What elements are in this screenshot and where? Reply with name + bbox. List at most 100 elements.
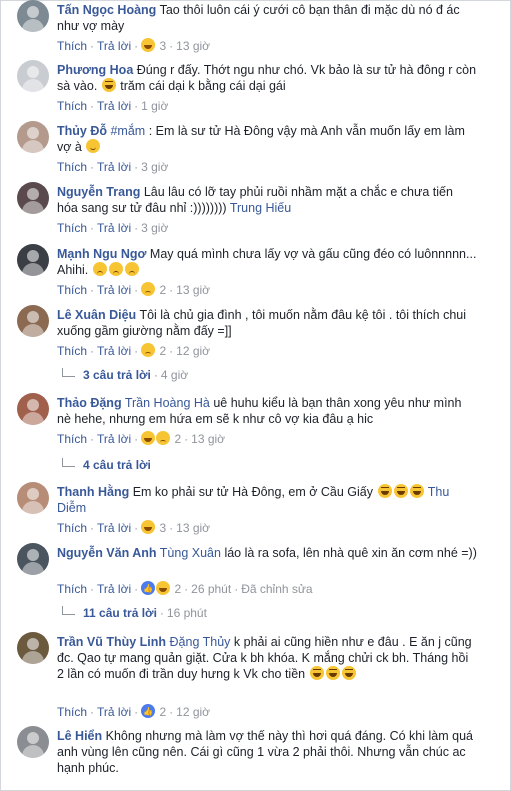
haha-reaction-icon[interactable] — [141, 520, 156, 534]
sad-emoji-icon — [92, 262, 107, 276]
avatar[interactable] — [17, 121, 49, 153]
comment-actions: Thích · Trả lời · 2 · 13 giờ — [57, 282, 211, 297]
comment-actions: Thích · Trả lời · 2 · 13 giờ — [57, 431, 226, 446]
haha-reaction-icon[interactable] — [156, 581, 171, 595]
reply-button[interactable]: Trả lời — [97, 221, 131, 235]
laughing-emoji-icon — [341, 666, 356, 680]
comment-author[interactable]: Nguyễn Văn Anh — [57, 546, 157, 560]
sad-reaction-icon[interactable] — [156, 431, 171, 445]
reply-arrow-icon — [62, 368, 75, 377]
sad-reaction-icon[interactable] — [141, 343, 156, 357]
comment-actions: Thích · Trả lời · 3 giờ — [57, 160, 169, 174]
comment-body: Nguyễn Trang Lâu lâu có lỡ tay phủi ruồi… — [57, 184, 477, 216]
comment-body: Nguyễn Văn Anh Tùng Xuân láo là ra sofa,… — [57, 545, 477, 561]
avatar[interactable] — [17, 0, 49, 32]
comment-body: Mạnh Ngu Ngơ May quá mình chưa lấy vợ và… — [57, 246, 477, 278]
comment-author[interactable]: Nguyễn Trang — [57, 185, 140, 199]
comment-actions: Thích·Trả lời· 2·26 phút·Đã chỉnh sửa — [57, 581, 313, 597]
comment-author[interactable]: Phương Hoa — [57, 63, 133, 77]
like-button[interactable]: Thích — [57, 283, 87, 297]
comment-time[interactable]: 26 phút — [191, 582, 231, 596]
comment-time[interactable]: 12 giờ — [176, 344, 210, 358]
avatar[interactable] — [17, 60, 49, 92]
reply-button[interactable]: Trả lời — [97, 99, 131, 113]
laughing-emoji-icon — [309, 666, 324, 680]
view-replies-link[interactable]: 4 câu trả lời — [62, 457, 151, 473]
comment-actions: Thích·Trả lời· 2·12 giờ — [57, 704, 210, 720]
avatar[interactable] — [17, 543, 49, 575]
comment-time[interactable]: 3 giờ — [141, 160, 168, 174]
like-reaction-icon[interactable] — [141, 581, 156, 597]
comment-body: Trần Vũ Thùy Linh Đặng Thủy k phải ai cũ… — [57, 634, 477, 682]
avatar[interactable] — [17, 482, 49, 514]
comment-time[interactable]: 13 giờ — [191, 432, 225, 446]
comment-time[interactable]: 13 giờ — [176, 521, 210, 535]
comment-author[interactable]: Thủy Đỗ — [57, 124, 107, 138]
comment-author[interactable]: Thanh Hằng — [57, 485, 129, 499]
reply-button[interactable]: Trả lời — [97, 705, 131, 719]
avatar[interactable] — [17, 182, 49, 214]
reply-button[interactable]: Trả lời — [97, 283, 131, 297]
like-button[interactable]: Thích — [57, 521, 87, 535]
avatar[interactable] — [17, 305, 49, 337]
like-button[interactable]: Thích — [57, 221, 87, 235]
sad-reaction-icon[interactable] — [141, 282, 156, 296]
comment-actions: Thích · Trả lời · 3 giờ — [57, 221, 169, 235]
reply-button[interactable]: Trả lời — [97, 521, 131, 535]
view-replies-link[interactable]: 11 câu trả lời · 16 phút — [62, 605, 207, 621]
reply-arrow-icon — [62, 458, 75, 467]
comment-author[interactable]: Lê Hiển — [57, 729, 102, 743]
comment-actions: Thích·Trả lời· 2·12 giờ — [57, 343, 211, 358]
comment-body: Tấn Ngọc Hoàng Tao thôi luôn cái ý cưới … — [57, 2, 477, 34]
comment-time[interactable]: 12 giờ — [176, 705, 210, 719]
comment-body: Thanh Hằng Em ko phải sư tử Hà Đông, em … — [57, 484, 477, 516]
comment-author[interactable]: Trần Vũ Thùy Linh — [57, 635, 166, 649]
laughing-emoji-icon — [393, 484, 408, 498]
comment-actions: Thích · Trả lời · 3 · 13 giờ — [57, 520, 211, 535]
mention-link[interactable]: Tùng Xuân — [160, 546, 221, 560]
view-replies-link[interactable]: 3 câu trả lời · 4 giờ — [62, 367, 188, 383]
hashtag-link[interactable]: #mắm — [110, 124, 145, 138]
like-reaction-icon[interactable] — [141, 704, 156, 720]
like-button[interactable]: Thích — [57, 582, 87, 596]
avatar[interactable] — [17, 632, 49, 664]
reply-arrow-icon — [62, 606, 75, 615]
avatar[interactable] — [17, 726, 49, 758]
like-button[interactable]: Thích — [57, 99, 87, 113]
like-button[interactable]: Thích — [57, 344, 87, 358]
like-button[interactable]: Thích — [57, 160, 87, 174]
avatar[interactable] — [17, 244, 49, 276]
mention-link[interactable]: Đặng Thủy — [170, 635, 231, 649]
like-button[interactable]: Thích — [57, 432, 87, 446]
comment-author[interactable]: Mạnh Ngu Ngơ — [57, 247, 146, 261]
laughing-emoji-icon — [101, 78, 116, 92]
comment-text: Em ko phải sư tử Hà Đông, em ở Cầu Giấy — [132, 485, 374, 499]
reply-button[interactable]: Trả lời — [97, 582, 131, 596]
comment-author[interactable]: Lê Xuân Diệu — [57, 308, 136, 322]
laughing-emoji-icon — [325, 666, 340, 680]
reply-button[interactable]: Trả lời — [97, 160, 131, 174]
mention-link[interactable]: Trần Hoàng Hà — [125, 396, 210, 410]
comment-body: Thủy Đỗ #mắm : Em là sư tử Hà Đông vậy m… — [57, 123, 477, 155]
edited-label[interactable]: Đã chỉnh sửa — [241, 582, 312, 596]
avatar[interactable] — [17, 393, 49, 425]
comment-author[interactable]: Thảo Đặng — [57, 396, 122, 410]
reply-button[interactable]: Trả lời — [97, 432, 131, 446]
comment-time[interactable]: 13 giờ — [176, 283, 210, 297]
like-button[interactable]: Thích — [57, 705, 87, 719]
sad-emoji-icon — [124, 262, 139, 276]
reply-button[interactable]: Trả lời — [97, 39, 131, 53]
comment-time[interactable]: 3 giờ — [141, 221, 168, 235]
haha-reaction-icon[interactable] — [141, 431, 156, 445]
comment-author[interactable]: Tấn Ngọc Hoàng — [57, 3, 156, 17]
comment-body: Phương Hoa Đúng r đấy. Thớt ngu như chó.… — [57, 62, 477, 94]
comment-time[interactable]: 13 giờ — [176, 39, 210, 53]
comment-text: Không nhưng mà làm vợ thế này thì hơi qu… — [57, 729, 473, 775]
comment-text: láo là ra sofa, lên nhà quê xin ăn cơm n… — [220, 546, 477, 560]
like-button[interactable]: Thích — [57, 39, 87, 53]
comment-time[interactable]: 1 giờ — [141, 99, 168, 113]
sad-emoji-icon — [108, 262, 123, 276]
haha-reaction-icon[interactable] — [141, 38, 156, 52]
mention-link[interactable]: Trung Hiếu — [230, 201, 291, 215]
reply-button[interactable]: Trả lời — [97, 344, 131, 358]
